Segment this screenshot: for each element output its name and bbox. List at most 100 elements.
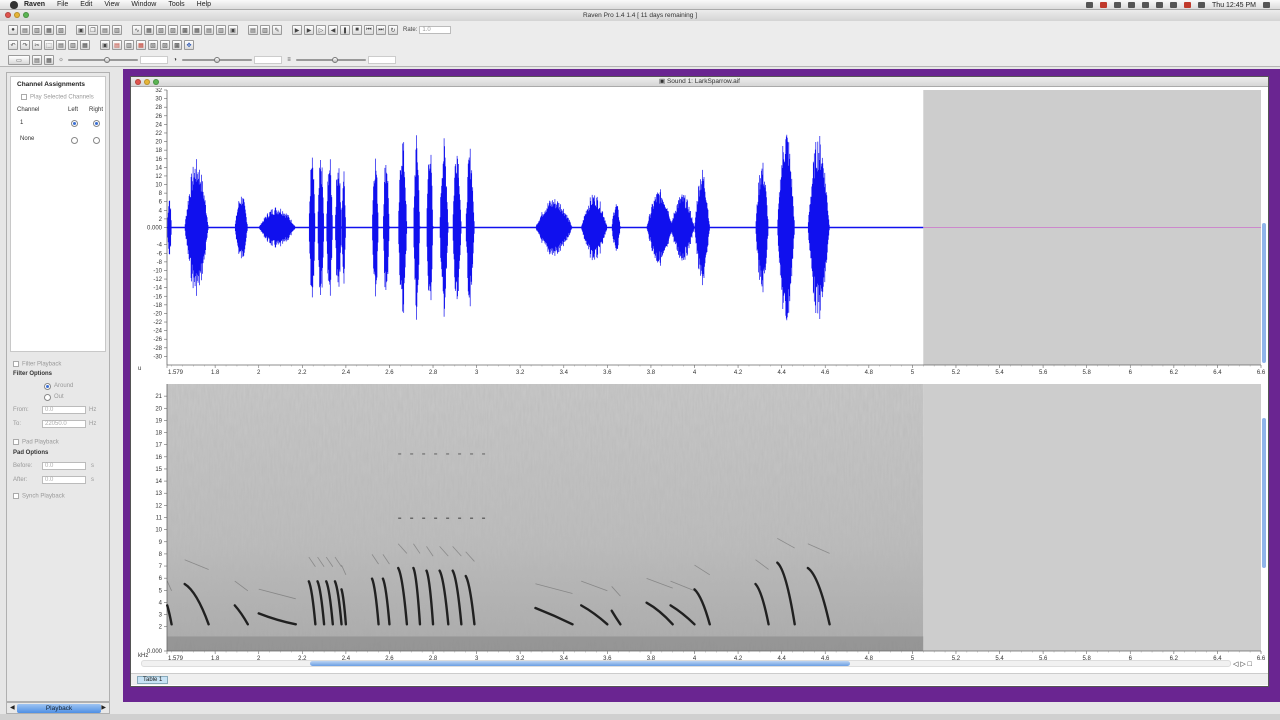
flag-icon[interactable] [1184, 2, 1192, 8]
filter-from-input[interactable]: 0.0 [42, 406, 86, 414]
filter-out-radio[interactable] [44, 394, 51, 401]
volume-icon[interactable] [1170, 2, 1178, 8]
sound-zoom-button[interactable] [153, 79, 159, 85]
filter-playback-checkbox[interactable] [13, 361, 19, 367]
waveform-view[interactable]: 32 30 28 26 24 22 20 18 16 14 12 10 8 6 4 2 0.000 -4 -6 -8 -… [138, 88, 1261, 372]
view-mode-icon[interactable]: ▭ [8, 55, 30, 65]
rate-input[interactable]: 1.0 [419, 26, 452, 34]
menu-window[interactable]: Window [131, 1, 156, 8]
filter-to-input[interactable]: 22050.0 [42, 420, 86, 428]
play-selected-checkbox[interactable] [21, 94, 27, 100]
pad-after-input[interactable]: 0.0 [42, 476, 86, 484]
close-window-button[interactable] [5, 12, 11, 18]
battery-icon[interactable] [1198, 2, 1206, 8]
zoom-out-icon[interactable]: ▥ [124, 40, 134, 50]
pad-before-input[interactable]: 0.0 [42, 462, 86, 470]
play-from-icon[interactable]: ▶ [304, 25, 314, 35]
save-icon[interactable]: ▦ [44, 25, 54, 35]
zoom-window-button[interactable] [23, 12, 29, 18]
clear-icon[interactable]: ▤ [56, 40, 66, 50]
stop-icon[interactable]: ■ [352, 25, 362, 35]
synch-playback-checkbox[interactable] [13, 493, 19, 499]
brightness-icon[interactable]: ☼ [56, 55, 66, 65]
menu-help[interactable]: Help [197, 1, 211, 8]
channel-1-left-radio[interactable] [71, 120, 78, 127]
time-machine-icon[interactable] [1128, 2, 1136, 8]
open-folder-icon[interactable]: ▥ [32, 25, 42, 35]
redo-icon[interactable]: ↷ [20, 40, 30, 50]
spectrogram-view[interactable]: 21 20 19 18 17 16 15 14 13 12 11 10 9 8 7 6 5 4 3 2 0.000kHz [138, 384, 1261, 659]
spotlight-icon[interactable] [1263, 2, 1270, 8]
skip-back-icon[interactable]: ⏮ [364, 25, 374, 35]
new-waveform-view-icon[interactable]: ∿ [132, 25, 142, 35]
tab-prev-icon[interactable]: ◀ [10, 704, 15, 711]
zoom-in-icon[interactable]: ▧ [148, 40, 158, 50]
stop-record-icon[interactable]: ▦ [136, 40, 146, 50]
none-left-radio[interactable] [71, 137, 78, 144]
measurement-icon[interactable]: ▥ [260, 25, 270, 35]
sound-minimize-button[interactable] [144, 79, 150, 85]
new-spectrogram-view-icon[interactable]: ▦ [144, 25, 154, 35]
paste-icon[interactable]: ▤ [100, 25, 110, 35]
brightness-field[interactable] [140, 56, 168, 64]
colormap-icon[interactable]: ▦ [44, 55, 54, 65]
scrollbar-thumb[interactable] [310, 661, 850, 666]
tab-next-icon[interactable]: ▶ [101, 704, 106, 711]
copy-icon[interactable]: ❐ [88, 25, 98, 35]
move-tool-icon[interactable]: ✥ [184, 40, 194, 50]
zoom-full-icon[interactable]: ▩ [172, 40, 182, 50]
menu-app[interactable]: Raven [24, 1, 45, 8]
menubar-clock[interactable]: Thu 12:45 PM [1212, 2, 1256, 9]
new-spectrum-view-icon[interactable]: ▧ [156, 25, 166, 35]
grid-icon[interactable]: ▦ [192, 25, 202, 35]
brightness-slider[interactable] [68, 56, 138, 64]
cut-icon[interactable]: ✂ [32, 40, 42, 50]
tab-playback[interactable]: Playback [17, 704, 101, 713]
menu-file[interactable]: File [57, 1, 68, 8]
loop-icon[interactable]: ↻ [388, 25, 398, 35]
filter-icon[interactable]: ▦ [80, 40, 90, 50]
filter-around-radio[interactable] [44, 383, 51, 390]
play-selection-icon[interactable]: ▷ [316, 25, 326, 35]
zoom-selection-icon[interactable]: ▣ [100, 40, 110, 50]
tray-icon[interactable] [1086, 2, 1094, 8]
horizontal-scrollbar[interactable] [141, 660, 1231, 667]
layout-icon[interactable]: ▩ [180, 25, 190, 35]
views-canvas[interactable]: 32302826242220181614121086420.000-4-6-8-… [131, 88, 1268, 673]
delete-icon[interactable]: ▤ [112, 40, 122, 50]
zoom-fit-icon[interactable]: ▨ [160, 40, 170, 50]
amplify-icon[interactable]: ▥ [68, 40, 78, 50]
annotation-icon[interactable]: ✎ [272, 25, 282, 35]
minimize-window-button[interactable] [14, 12, 20, 18]
export-icon[interactable]: ▥ [112, 25, 122, 35]
sound-close-button[interactable] [135, 79, 141, 85]
bluetooth-icon[interactable] [1142, 2, 1150, 8]
apple-icon[interactable] [10, 0, 18, 9]
linked-views-icon[interactable]: ▥ [216, 25, 226, 35]
resolution-slider[interactable] [296, 56, 366, 64]
contrast-field[interactable] [254, 56, 282, 64]
new-selection-view-icon[interactable]: ▨ [168, 25, 178, 35]
print-icon[interactable]: ▣ [76, 25, 86, 35]
resolution-field[interactable] [368, 56, 396, 64]
menu-view[interactable]: View [104, 1, 119, 8]
save-as-icon[interactable]: ▧ [56, 25, 66, 35]
skip-forward-icon[interactable]: ⏭ [376, 25, 386, 35]
wifi-icon[interactable] [1156, 2, 1164, 8]
contrast-icon[interactable]: ◑ [170, 55, 180, 65]
play-icon[interactable]: ▶ [292, 25, 302, 35]
pad-playback-checkbox[interactable] [13, 439, 19, 445]
open-file-icon[interactable]: ▤ [20, 25, 30, 35]
menu-edit[interactable]: Edit [80, 1, 92, 8]
select-tool-icon[interactable]: ⬚ [44, 40, 54, 50]
channel-1-right-radio[interactable] [93, 120, 100, 127]
record-icon[interactable]: ● [8, 25, 18, 35]
pause-icon[interactable]: ❚ [340, 25, 350, 35]
view-options-icon[interactable]: ▤ [204, 25, 214, 35]
none-right-radio[interactable] [93, 137, 100, 144]
selection-table-icon[interactable]: ▤ [248, 25, 258, 35]
table-tab[interactable]: Table 1 [137, 676, 169, 684]
rewind-icon[interactable]: ◀ [328, 25, 338, 35]
display-tray-icon[interactable] [1114, 2, 1122, 8]
layers-icon[interactable]: ▤ [32, 55, 42, 65]
